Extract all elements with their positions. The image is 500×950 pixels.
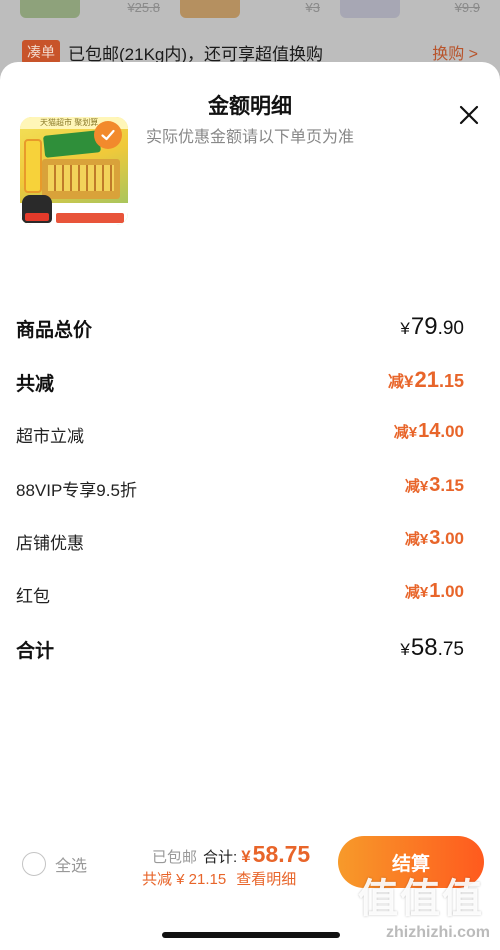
row-value-decimal: .00 bbox=[440, 422, 464, 441]
row-label: 88VIP专享9.5折 bbox=[16, 481, 137, 500]
row-value-currency: ¥ bbox=[419, 531, 429, 548]
amount-row-subtotal: 商品总价 ¥ 79 .90 bbox=[0, 313, 500, 343]
row-label: 合计 bbox=[16, 641, 55, 662]
row-value: ¥ 58 .75 bbox=[400, 634, 464, 662]
check-icon bbox=[101, 129, 115, 141]
background-product-image bbox=[20, 0, 80, 18]
amount-row-supermarket-discount: 超市立减 减 ¥ 14 .00 bbox=[0, 420, 500, 450]
row-value-currency: ¥ bbox=[404, 372, 414, 391]
background-product-price: ¥3 bbox=[305, 0, 320, 15]
product-image-promo-band bbox=[56, 213, 124, 223]
product-image-banner bbox=[43, 130, 101, 158]
row-value-decimal: .00 bbox=[440, 582, 464, 601]
view-detail-link[interactable]: 查看明细 bbox=[236, 868, 296, 889]
amount-row-vip-discount: 88VIP专享9.5折 减 ¥ 3 .15 bbox=[0, 474, 500, 504]
amount-row-red-packet: 红包 减 ¥ 1 .00 bbox=[0, 580, 500, 610]
background-product-price: ¥9.9 bbox=[454, 0, 480, 15]
background-product-image bbox=[180, 0, 240, 18]
row-value-prefix: 减 bbox=[404, 478, 420, 495]
row-value-prefix: 减 bbox=[404, 531, 420, 548]
tmall-mascot-icon bbox=[22, 195, 52, 223]
total-label: 合计: bbox=[203, 849, 238, 866]
row-value: 减 ¥ 3 .15 bbox=[405, 474, 464, 497]
row-value-currency: ¥ bbox=[419, 584, 429, 601]
row-value-integer: 58 bbox=[410, 634, 438, 661]
promo-text: 已包邮(21Kg内)，还可享超值换购 bbox=[68, 44, 324, 64]
row-value-integer: 79 bbox=[410, 313, 438, 340]
background-product-image bbox=[340, 0, 400, 18]
sheet-title: 金额明细 bbox=[208, 95, 292, 118]
row-value-decimal: .75 bbox=[437, 639, 464, 660]
row-value-decimal: .00 bbox=[440, 529, 464, 548]
total-value: 58.75 bbox=[252, 841, 311, 867]
row-value-integer: 21 bbox=[414, 367, 439, 392]
promo-link: 换购 > bbox=[432, 46, 478, 63]
total-currency: ¥ bbox=[241, 847, 251, 866]
row-value: ¥ 79 .90 bbox=[400, 313, 464, 341]
row-label: 共减 bbox=[16, 374, 55, 395]
row-value-currency: ¥ bbox=[400, 319, 410, 338]
free-shipping-label: 已包邮 bbox=[152, 849, 198, 866]
row-value: 减 ¥ 1 .00 bbox=[405, 580, 464, 603]
watermark: 值值值 zhizhizhi.com bbox=[350, 866, 490, 946]
row-value: 减 ¥ 3 .00 bbox=[405, 527, 464, 550]
row-value-integer: 14 bbox=[418, 420, 441, 442]
row-value-prefix: 减 bbox=[393, 424, 409, 441]
product-image-can bbox=[24, 139, 42, 193]
row-label: 红包 bbox=[16, 587, 50, 606]
amount-row-grand-total: 合计 ¥ 58 .75 bbox=[0, 634, 500, 664]
row-value-prefix: 减 bbox=[388, 374, 405, 391]
row-value-currency: ¥ bbox=[408, 424, 418, 441]
saved-amount: 共减 ¥ 21.15 bbox=[142, 871, 227, 888]
row-value-decimal: .90 bbox=[437, 318, 464, 339]
background-product: ¥9.9 bbox=[340, 0, 480, 22]
row-value-integer: 3 bbox=[429, 474, 441, 496]
background-product-price: ¥25.8 bbox=[127, 0, 160, 15]
home-indicator bbox=[162, 932, 340, 938]
product-image-pack bbox=[42, 159, 120, 199]
row-value-integer: 1 bbox=[429, 580, 441, 602]
row-value: 减 ¥ 14 .00 bbox=[394, 420, 464, 443]
background-product-strip: ¥25.8 ¥3 ¥9.9 bbox=[0, 0, 500, 22]
row-value-integer: 3 bbox=[429, 527, 441, 549]
row-value-prefix: 减 bbox=[404, 584, 420, 601]
background-product: ¥3 bbox=[180, 0, 320, 22]
close-button[interactable] bbox=[458, 104, 480, 126]
radio-circle-icon bbox=[22, 852, 46, 876]
promo-tag: 凑单 bbox=[22, 40, 60, 64]
row-label: 商品总价 bbox=[16, 320, 93, 341]
total-summary: 已包邮 合计: ¥ 58.75 bbox=[152, 841, 310, 868]
background-product: ¥25.8 bbox=[20, 0, 160, 22]
discount-summary: 共减 ¥ 21.15 查看明细 bbox=[142, 868, 296, 889]
row-value-currency: ¥ bbox=[400, 640, 410, 659]
amount-row-total-discount: 共减 减 ¥ 21 .15 bbox=[0, 367, 500, 397]
amount-row-store-discount: 店铺优惠 减 ¥ 3 .00 bbox=[0, 527, 500, 557]
row-value-currency: ¥ bbox=[419, 478, 429, 495]
row-value-decimal: .15 bbox=[440, 476, 464, 495]
close-icon bbox=[459, 105, 479, 125]
row-label: 店铺优惠 bbox=[16, 534, 84, 553]
row-value: 减 ¥ 21 .15 bbox=[388, 367, 464, 393]
watermark-url: zhizhizhi.com bbox=[386, 924, 490, 941]
select-all-checkbox[interactable]: 全选 bbox=[22, 852, 87, 876]
watermark-logo: 值值值 bbox=[358, 877, 484, 921]
row-label: 超市立减 bbox=[16, 427, 84, 446]
select-all-label: 全选 bbox=[55, 858, 88, 875]
selected-check-badge[interactable] bbox=[94, 121, 122, 149]
row-value-decimal: .15 bbox=[438, 371, 464, 391]
